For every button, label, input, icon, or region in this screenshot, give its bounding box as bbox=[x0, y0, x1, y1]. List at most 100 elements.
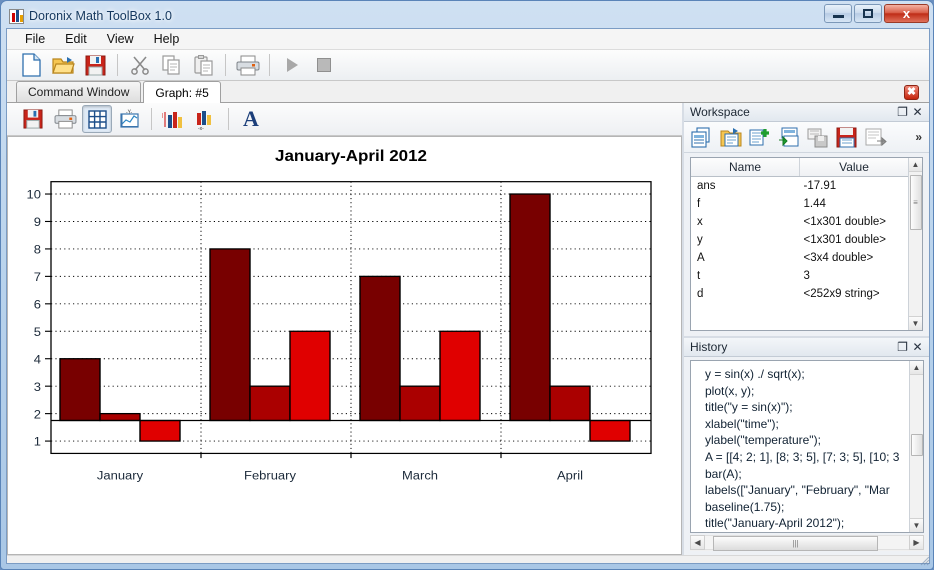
tab-graph[interactable]: Graph: #5 bbox=[143, 81, 221, 103]
new-file-button[interactable] bbox=[16, 50, 47, 80]
cut-scissors-button[interactable] bbox=[124, 50, 155, 80]
bar-march-series-1[interactable] bbox=[359, 275, 401, 422]
table-row[interactable]: A <3x4 double> bbox=[691, 249, 908, 267]
table-row[interactable]: d <252x9 string> bbox=[691, 285, 908, 303]
menu-item-file[interactable]: File bbox=[15, 29, 55, 49]
scroll-down-arrow[interactable]: ▼ bbox=[908, 316, 922, 330]
table-row[interactable]: ans -17.91 bbox=[691, 177, 908, 195]
menu-item-help[interactable]: Help bbox=[144, 29, 190, 49]
import-data-button[interactable] bbox=[775, 124, 803, 151]
stop-button[interactable] bbox=[308, 50, 339, 80]
table-row[interactable]: x <1x301 double> bbox=[691, 213, 908, 231]
workspace-scrollbar[interactable]: ▲ ≡ ▼ bbox=[908, 158, 922, 330]
table-row[interactable]: t3 bbox=[691, 267, 908, 285]
workspace-close-button[interactable]: ✕ bbox=[910, 105, 925, 120]
grid-toggle-button[interactable] bbox=[82, 105, 112, 133]
x-axis-label-april: April bbox=[557, 469, 583, 482]
variable-value: <3x4 double> bbox=[803, 252, 874, 264]
x-axis-label-february: February bbox=[244, 469, 297, 482]
history-line[interactable]: bar(A); bbox=[705, 466, 909, 483]
bar-march-series-2[interactable] bbox=[399, 385, 441, 422]
chart-title: January-April 2012 bbox=[275, 148, 427, 165]
column-header-value[interactable]: Value bbox=[799, 158, 908, 176]
menu-item-edit[interactable]: Edit bbox=[55, 29, 97, 49]
workspace-table[interactable]: Name Value ans -17.91 f 1.44 x <1x301 double>… bbox=[691, 158, 908, 330]
bar-february-series-1[interactable] bbox=[209, 248, 251, 422]
new-variable-button[interactable] bbox=[688, 124, 716, 151]
history-scroll-right-arrow[interactable]: ▶ bbox=[909, 535, 924, 551]
window-controls: x bbox=[824, 4, 929, 23]
save-disk-button[interactable] bbox=[80, 50, 111, 80]
y-axis-tick-label: 10 bbox=[27, 188, 41, 201]
history-hscroll-thumb[interactable]: ||| bbox=[713, 536, 878, 552]
text-font-button[interactable]: A bbox=[236, 105, 266, 133]
save-workspace-button[interactable] bbox=[833, 124, 861, 151]
variable-name: f bbox=[697, 198, 701, 210]
run-button[interactable] bbox=[276, 50, 307, 80]
maximize-button[interactable] bbox=[854, 4, 882, 23]
history-line[interactable]: labels(["January", "February", "Mar bbox=[705, 482, 909, 499]
add-variable-button[interactable] bbox=[746, 124, 774, 151]
history-restore-button[interactable]: ❐ bbox=[895, 340, 910, 355]
save-variable-button[interactable] bbox=[804, 124, 832, 151]
history-line[interactable]: A = [[4; 2; 1], [8; 3; 5], [7; 3; 5], [1… bbox=[705, 449, 909, 466]
plot-canvas[interactable]: January-April 2012 1 2 3 4 5 6 7 8 9 10 January Febr… bbox=[7, 136, 682, 555]
bar-february-series-3[interactable] bbox=[289, 330, 331, 422]
history-line[interactable]: y = sin(x) ./ sqrt(x); bbox=[705, 366, 909, 383]
bar-january-series-3[interactable] bbox=[139, 419, 181, 442]
axes-style-button[interactable]: -Y- bbox=[114, 105, 144, 133]
history-scroll-thumb[interactable] bbox=[910, 433, 923, 456]
history-line[interactable]: xlabel("time"); bbox=[705, 416, 909, 433]
graph-toolbar-separator bbox=[151, 108, 152, 130]
resize-grip[interactable] bbox=[919, 555, 930, 566]
table-row[interactable]: f 1.44 bbox=[691, 195, 908, 213]
toolbar-separator-2 bbox=[225, 54, 226, 76]
bar-january-series-1[interactable] bbox=[59, 358, 101, 422]
copy-button[interactable] bbox=[156, 50, 187, 80]
x-axis-bar-button[interactable]: -x- bbox=[191, 105, 221, 133]
history-scrollbar[interactable]: ▲ ▼ bbox=[909, 361, 923, 532]
print-button[interactable] bbox=[232, 50, 263, 80]
history-hscrollbar[interactable]: ◀ ||| ▶ bbox=[690, 534, 924, 552]
history-line[interactable]: ylabel("temperature"); bbox=[705, 432, 909, 449]
menu-item-view[interactable]: View bbox=[97, 29, 144, 49]
export-variable-button[interactable] bbox=[862, 124, 890, 151]
history-line[interactable]: title("January-April 2012"); bbox=[705, 515, 909, 532]
variable-name: x bbox=[697, 216, 703, 228]
history-close-button[interactable]: ✕ bbox=[910, 340, 925, 355]
bar-march-series-3[interactable] bbox=[439, 330, 481, 422]
workspace-overflow-button[interactable]: » bbox=[915, 130, 927, 144]
history-line[interactable]: title("y = sin(x)"); bbox=[705, 399, 909, 416]
minimize-button[interactable] bbox=[824, 4, 852, 23]
scroll-thumb[interactable]: ≡ bbox=[909, 175, 922, 230]
workspace-restore-button[interactable]: ❐ bbox=[895, 105, 910, 120]
bar-february-series-2[interactable] bbox=[249, 385, 291, 422]
print-plot-button[interactable] bbox=[50, 105, 80, 133]
history-scroll-up-arrow[interactable]: ▲ bbox=[909, 361, 923, 375]
history-scroll-left-arrow[interactable]: ◀ bbox=[690, 535, 705, 551]
close-button[interactable]: x bbox=[884, 4, 929, 23]
app-icon bbox=[9, 8, 24, 24]
history-hscroll-track[interactable]: ||| bbox=[705, 535, 909, 552]
history-list[interactable]: y = sin(x) ./ sqrt(x); plot(x, y); title("… bbox=[691, 361, 909, 532]
tab-close-button[interactable]: ✖ bbox=[904, 85, 919, 100]
y-axis-tick-label: 3 bbox=[34, 380, 41, 393]
open-folder-button[interactable] bbox=[48, 50, 79, 80]
variable-name: ans bbox=[697, 180, 716, 192]
history-scroll-down-arrow[interactable]: ▼ bbox=[909, 517, 923, 532]
column-header-name[interactable]: Name bbox=[691, 158, 799, 176]
open-workspace-button[interactable] bbox=[717, 124, 745, 151]
window-title: Doronix Math ToolBox 1.0 bbox=[29, 9, 172, 23]
bar-april-series-2[interactable] bbox=[549, 385, 591, 422]
tab-command-window[interactable]: Command Window bbox=[16, 81, 142, 102]
paste-button[interactable] bbox=[188, 50, 219, 80]
history-line[interactable]: plot(x, y); bbox=[705, 383, 909, 400]
scroll-up-arrow[interactable]: ▲ bbox=[908, 158, 922, 172]
save-plot-button[interactable] bbox=[18, 105, 48, 133]
bar-april-series-3[interactable] bbox=[589, 419, 631, 442]
bar-january-series-2[interactable] bbox=[99, 412, 141, 422]
table-row[interactable]: y <1x301 double> bbox=[691, 231, 908, 249]
history-line[interactable]: baseline(1.75); bbox=[705, 499, 909, 516]
y-axis-bar-button[interactable]: | bbox=[159, 105, 189, 133]
bar-april-series-1[interactable] bbox=[509, 193, 551, 422]
